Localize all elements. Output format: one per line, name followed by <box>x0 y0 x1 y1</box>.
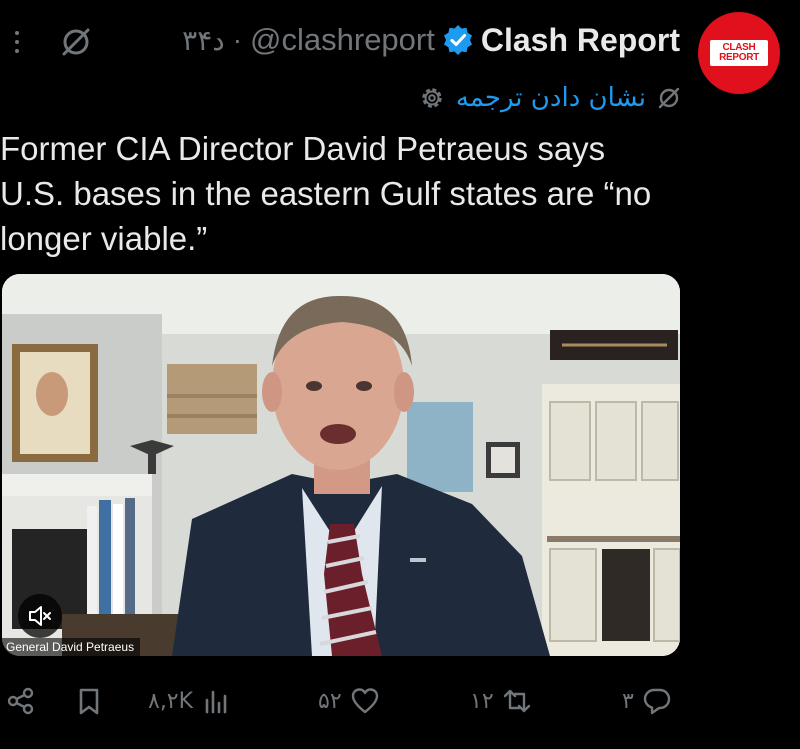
repost-icon <box>503 689 530 713</box>
gear-icon[interactable] <box>418 84 446 112</box>
author-meta: ۳۴د · @clashreport Clash Report <box>182 18 680 62</box>
avatar[interactable]: CLASH REPORT <box>698 12 780 94</box>
views-chart-icon <box>205 690 227 714</box>
dot <box>15 31 19 35</box>
muted-speaker-icon <box>29 606 51 626</box>
share-icon <box>7 687 34 715</box>
reply-button[interactable]: ۳ <box>622 676 672 726</box>
meta-separator: · <box>232 24 243 55</box>
logo-line-2: REPORT <box>719 52 759 63</box>
share-button[interactable] <box>6 676 36 726</box>
views-count: ۸,۲K <box>148 688 194 714</box>
like-button[interactable]: ۵۲ <box>318 676 380 726</box>
repost-button[interactable]: ۱۲ <box>470 676 532 726</box>
video-player[interactable] <box>2 274 680 656</box>
clash-report-logo: CLASH REPORT <box>710 40 768 66</box>
show-translation-link[interactable]: نشان دادن ترجمه <box>456 83 646 113</box>
author-handle[interactable]: @clashreport <box>250 22 435 58</box>
grok-icon[interactable] <box>58 24 94 60</box>
dot <box>15 40 19 44</box>
video-frame <box>2 274 680 656</box>
bookmark-icon <box>79 688 99 715</box>
mute-toggle-button[interactable] <box>18 594 62 638</box>
reposts-count: ۱۲ <box>470 688 494 714</box>
more-options-button[interactable] <box>10 22 24 62</box>
views-button[interactable]: ۸,۲K <box>148 676 231 726</box>
translate-row: نشان دادن ترجمه <box>418 80 682 116</box>
tweet-header: ۳۴د · @clashreport Clash Report CLASH RE… <box>0 0 800 120</box>
author-display-name[interactable]: Clash Report <box>481 22 680 59</box>
dot <box>15 49 19 53</box>
likes-count: ۵۲ <box>318 688 342 714</box>
heart-icon <box>351 688 378 714</box>
action-bar: ۸,۲K ۵۲ ۱۲ ۳ <box>0 676 800 726</box>
reply-icon <box>643 688 671 715</box>
tweet-text: Former CIA Director David Petraeus says … <box>0 130 652 257</box>
translate-icon <box>658 87 680 109</box>
replies-count: ۳ <box>622 688 634 714</box>
post-time[interactable]: ۳۴د <box>182 24 225 57</box>
video-caption: General David Petraeus <box>0 638 141 656</box>
bookmark-button[interactable] <box>74 676 104 726</box>
verified-badge-icon <box>443 25 472 55</box>
